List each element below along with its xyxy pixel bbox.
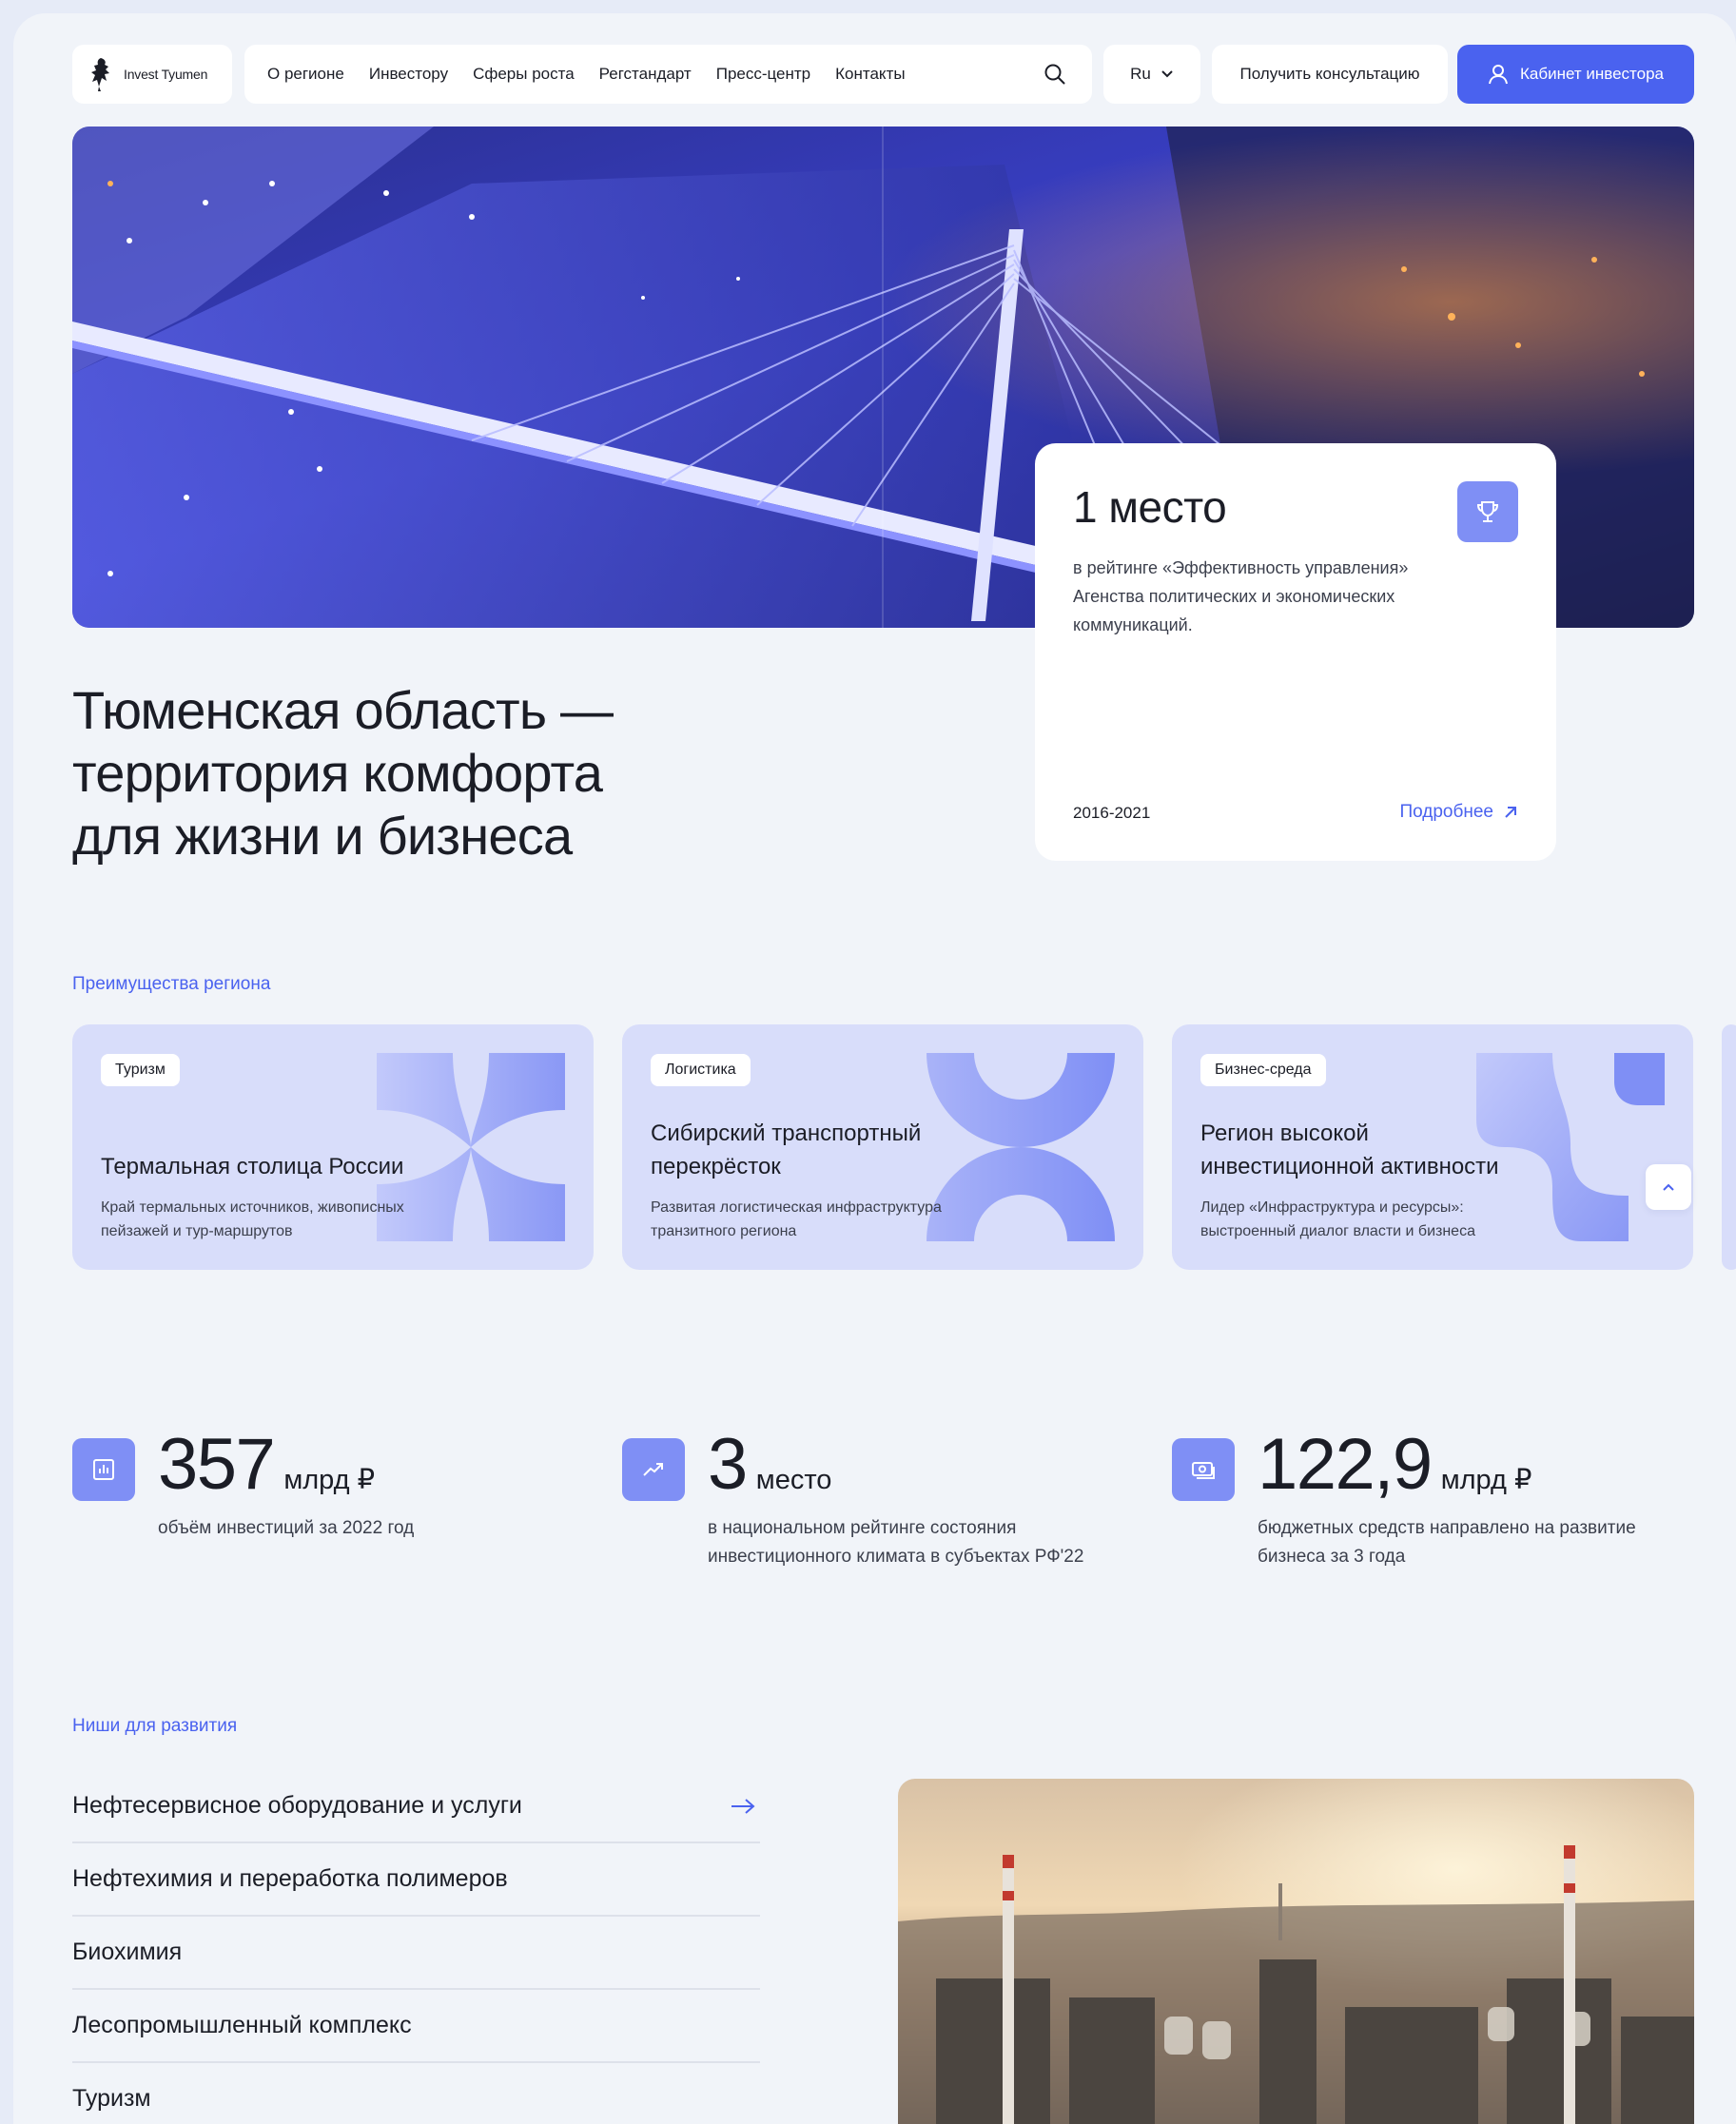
card-description: Развитая логистическая инфраструктура тр… bbox=[651, 1199, 942, 1239]
niches-section-label: Ниши для развития bbox=[72, 1716, 238, 1736]
card-description: Лидер «Инфраструктура и ресурсы»: выстро… bbox=[1200, 1199, 1475, 1239]
card-description: Край термальных источников, живописных п… bbox=[101, 1199, 404, 1239]
stat-value: 3 bbox=[708, 1424, 748, 1505]
stat-icon-tile bbox=[72, 1438, 135, 1501]
niche-label: Нефтехимия и переработка полимеров bbox=[72, 1865, 508, 1892]
stat-description: в национальном рейтинге состояния инвест… bbox=[708, 1518, 1084, 1567]
nav-item-growth-areas[interactable]: Сферы роста bbox=[473, 65, 575, 84]
stat-value-block: 122,9 млрд ₽ bbox=[1258, 1423, 1531, 1506]
stat-unit: млрд ₽ bbox=[283, 1465, 376, 1495]
search-icon bbox=[1044, 64, 1065, 85]
nav-item-investor[interactable]: Инвестору bbox=[369, 65, 448, 84]
niche-image-refinery bbox=[898, 1779, 1694, 2124]
advantage-card-business[interactable]: Бизнес-среда Регион высокой инвестиционн… bbox=[1172, 1024, 1693, 1270]
niche-item-petrochemistry[interactable]: Нефтехимия и переработка полимеров bbox=[72, 1843, 760, 1917]
advantage-card-logistics[interactable]: Логистика Сибирский транспортный перекрё… bbox=[622, 1024, 1143, 1270]
stat-description: бюджетных средств направлено на развитие… bbox=[1258, 1518, 1636, 1567]
arrow-up-right-icon bbox=[1505, 807, 1516, 818]
stat-unit: место bbox=[755, 1465, 832, 1495]
niche-label: Туризм bbox=[72, 2085, 151, 2112]
award-years: 2016-2021 bbox=[1073, 804, 1151, 822]
nav-item-press-center[interactable]: Пресс-центр bbox=[716, 65, 810, 84]
consultation-button[interactable]: Получить консультацию bbox=[1212, 45, 1448, 104]
stat-description: объём инвестиций за 2022 год bbox=[158, 1518, 415, 1538]
consultation-label: Получить консультацию bbox=[1239, 65, 1420, 83]
bar-chart-icon bbox=[93, 1459, 114, 1480]
award-more-label: Подробнее bbox=[1399, 802, 1493, 822]
niche-label: Нефтесервисное оборудование и услуги bbox=[72, 1792, 522, 1819]
investor-cabinet-button[interactable]: Кабинет инвестора bbox=[1457, 45, 1694, 104]
stat-value: 357 bbox=[158, 1424, 276, 1505]
page: Invest Tyumen О регионе Инвестору Сферы … bbox=[13, 13, 1736, 2124]
stat-unit: млрд ₽ bbox=[1440, 1465, 1532, 1495]
award-rank: 1 место bbox=[1073, 482, 1227, 532]
card-tag: Туризм bbox=[101, 1054, 180, 1086]
card-title: Сибирский транспортный перекрёсток bbox=[651, 1120, 922, 1179]
chevron-down-icon bbox=[1161, 70, 1173, 78]
hero-title-line-2: территория комфорта bbox=[72, 743, 603, 803]
nav-item-regstandard[interactable]: Регстандарт bbox=[599, 65, 692, 84]
card-title: Регион высокой инвестиционной активности bbox=[1200, 1120, 1499, 1179]
stat-icon-tile bbox=[622, 1438, 685, 1501]
chevron-up-icon bbox=[1663, 1183, 1674, 1191]
advantage-card-next-peek[interactable] bbox=[1722, 1024, 1736, 1270]
hero-title: Тюменская область — территория комфорта … bbox=[72, 679, 738, 867]
niche-item-tourism[interactable]: Туризм bbox=[72, 2063, 760, 2124]
stat-value-block: 3 место bbox=[708, 1423, 831, 1506]
nav-item-contacts[interactable]: Контакты bbox=[835, 65, 905, 84]
award-more-link[interactable]: Подробнее bbox=[1399, 802, 1518, 823]
niche-item-biochemistry[interactable]: Биохимия bbox=[72, 1917, 760, 1990]
card-tag: Логистика bbox=[651, 1054, 751, 1086]
niche-label: Лесопромышленный комплекс bbox=[72, 2012, 412, 2038]
award-card: 1 место в рейтинге «Эффективность управл… bbox=[1035, 443, 1556, 861]
search-button[interactable] bbox=[1041, 60, 1069, 88]
stat-icon-tile bbox=[1172, 1438, 1235, 1501]
hero-title-line-3: для жизни и бизнеса bbox=[72, 806, 573, 866]
card-title: Термальная столица России bbox=[101, 1154, 404, 1179]
trend-up-icon bbox=[643, 1463, 663, 1476]
investor-cabinet-label: Кабинет инвестора bbox=[1519, 65, 1665, 83]
main-nav: О регионе Инвестору Сферы роста Регстанд… bbox=[244, 45, 1092, 104]
card-tag: Бизнес-среда bbox=[1200, 1054, 1326, 1086]
language-value: Ru bbox=[1130, 65, 1151, 83]
trophy-icon-tile bbox=[1457, 481, 1518, 542]
niche-label: Биохимия bbox=[72, 1939, 183, 1965]
advantages-section-label: Преимущества региона bbox=[72, 974, 271, 994]
nav-item-about-region[interactable]: О регионе bbox=[267, 65, 344, 84]
logo-emblem-icon bbox=[91, 58, 109, 91]
scroll-to-top-button[interactable] bbox=[1646, 1164, 1691, 1210]
stat-value: 122,9 bbox=[1258, 1424, 1433, 1505]
logo[interactable]: Invest Tyumen bbox=[72, 45, 232, 104]
arrow-right-icon bbox=[731, 1798, 755, 1814]
stat-value-block: 357 млрд ₽ bbox=[158, 1423, 375, 1506]
niche-item-timber-industry[interactable]: Лесопромышленный комплекс bbox=[72, 1990, 760, 2063]
language-select[interactable]: Ru bbox=[1103, 45, 1200, 104]
award-description: в рейтинге «Эффективность управления» Аг… bbox=[1073, 558, 1409, 634]
logo-text: Invest Tyumen bbox=[124, 67, 208, 82]
niche-item-oilfield-services[interactable]: Нефтесервисное оборудование и услуги bbox=[72, 1770, 760, 1843]
advantage-card-tourism[interactable]: Туризм Термальная столица России Край те… bbox=[72, 1024, 594, 1270]
trophy-icon bbox=[1476, 501, 1499, 522]
user-icon bbox=[1488, 65, 1508, 85]
hero-title-line-1: Тюменская область — bbox=[72, 680, 614, 740]
money-icon bbox=[1192, 1462, 1215, 1479]
